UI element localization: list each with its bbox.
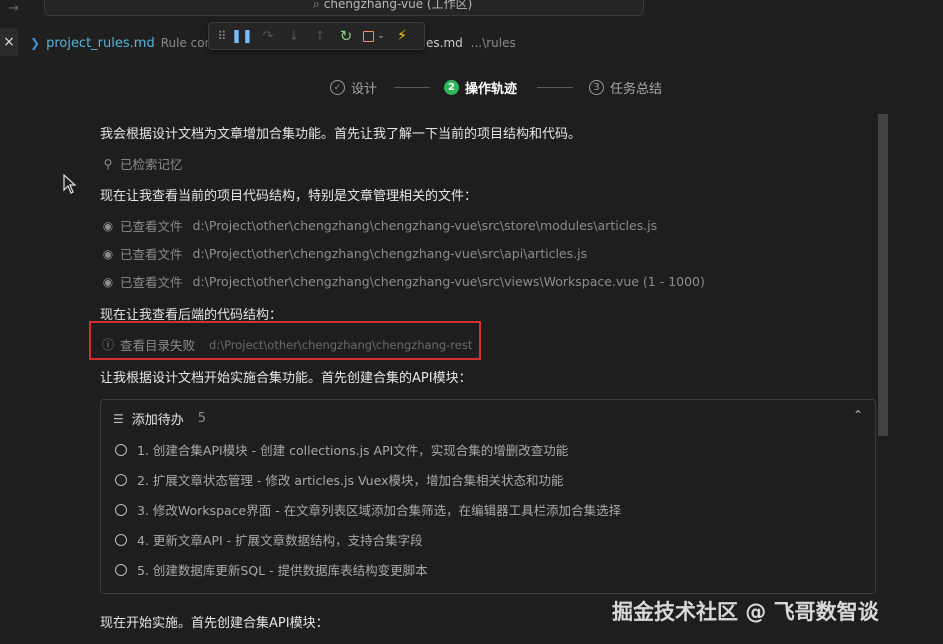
step-into-icon[interactable]: ↓	[281, 24, 307, 48]
mouse-cursor-icon	[63, 174, 77, 194]
lightning-icon[interactable]: ⚡	[389, 24, 415, 48]
drag-handle-icon[interactable]: ⠿	[215, 24, 229, 48]
chevron-down-icon: ⌄	[377, 31, 385, 41]
todo-item[interactable]: 2. 扩展文章状态管理 - 修改 articles.js Vuex模块，增加合集…	[115, 470, 563, 489]
todo-header: ☰ 添加待办 5	[113, 409, 206, 428]
tab-title: es.md	[426, 36, 463, 50]
eye-icon: ◉	[102, 246, 114, 261]
file-path: d:\Project\other\chengzhang\chengzhang-v…	[192, 246, 588, 261]
directory-path: d:\Project\other\chengzhang\chengzhang-r…	[209, 337, 473, 352]
tab-project-rules[interactable]: ❯ project_rules.md Rule confi	[30, 32, 220, 54]
step-number-badge: 3	[589, 80, 604, 95]
scrollbar-thumb[interactable]	[878, 114, 888, 436]
action-label: 已查看文件	[120, 275, 183, 290]
progress-stepper: ✓ 设计 2 操作轨迹 3 任务总结	[0, 78, 943, 98]
file-path: d:\Project\other\chengzhang\chengzhang-v…	[192, 218, 658, 233]
file-path: d:\Project\other\chengzhang\chengzhang-v…	[192, 274, 705, 289]
step-design[interactable]: ✓ 设计	[330, 78, 377, 97]
todo-item[interactable]: 5. 创建数据库更新SQL - 提供数据库表结构变更脚本	[115, 560, 428, 579]
editor-tab-bar: × ❯ project_rules.md Rule confi es.md ..…	[0, 28, 943, 58]
step-operation-trace[interactable]: 2 操作轨迹	[444, 78, 517, 97]
action-retrieved-memory[interactable]: ⚲ 已检索记忆	[102, 154, 183, 173]
step-label: 设计	[351, 82, 378, 97]
close-icon[interactable]: ×	[0, 28, 18, 56]
radio-circle-icon[interactable]	[115, 443, 127, 456]
markdown-file-icon: ❯	[30, 36, 41, 50]
radio-circle-icon[interactable]	[115, 533, 127, 546]
todo-count: 5	[197, 411, 207, 426]
todo-item-text: 4. 更新文章API - 扩展文章数据结构，支持合集字段	[137, 533, 423, 548]
forward-arrow-icon[interactable]: →	[8, 1, 19, 16]
todo-item[interactable]: 1. 创建合集API模块 - 创建 collections.js API文件，实…	[115, 440, 568, 459]
step-connector	[537, 87, 573, 88]
step-number-badge: 2	[444, 80, 459, 95]
title-bar: → ⌕ chengzhang-vue (工作区)	[0, 0, 943, 18]
action-viewed-file[interactable]: ◉ 已查看文件 d:\Project\other\chengzhang\chen…	[102, 216, 657, 235]
todo-panel: ☰ 添加待办 5 ⌃ 1. 创建合集API模块 - 创建 collections…	[100, 399, 876, 594]
action-view-directory-failed[interactable]: ⓘ 查看目录失败 d:\Project\other\chengzhang\che…	[102, 335, 472, 354]
command-center-search[interactable]: ⌕ chengzhang-vue (工作区)	[44, 0, 644, 16]
tab-title: project_rules.md	[46, 35, 155, 51]
search-icon: ⚲	[103, 156, 113, 171]
assistant-message: 让我根据设计文档开始实施合集功能。首先创建合集的API模块：	[100, 371, 472, 386]
step-task-summary[interactable]: 3 任务总结	[589, 78, 662, 97]
todo-item-text: 3. 修改Workspace界面 - 在文章列表区域添加合集筛选，在编辑器工具栏…	[137, 503, 622, 518]
step-over-icon[interactable]: ↷	[255, 24, 281, 48]
step-label: 任务总结	[610, 82, 663, 97]
eye-icon: ◉	[102, 274, 114, 289]
stop-icon	[363, 30, 375, 42]
search-icon: ⌕	[313, 0, 320, 11]
watermark: 掘金技术社区 @ 飞哥数智谈	[612, 600, 879, 624]
radio-circle-icon[interactable]	[115, 563, 127, 576]
assistant-message: 现在让我查看当前的项目代码结构，特别是文章管理相关的文件：	[100, 189, 478, 204]
todo-item[interactable]: 4. 更新文章API - 扩展文章数据结构，支持合集字段	[115, 530, 423, 549]
step-connector	[394, 87, 430, 88]
action-label: 已查看文件	[120, 219, 183, 234]
eye-icon: ◉	[102, 218, 114, 233]
todo-item-text: 1. 创建合集API模块 - 创建 collections.js API文件，实…	[137, 443, 569, 458]
tab-path: ...\rules	[470, 36, 516, 50]
radio-circle-icon[interactable]	[115, 473, 127, 486]
action-label: 已检索记忆	[120, 157, 183, 172]
action-viewed-file[interactable]: ◉ 已查看文件 d:\Project\other\chengzhang\chen…	[102, 244, 587, 263]
debug-toolbar: ⠿ ❚❚ ↷ ↓ ↑ ↻ ⌄ ⚡	[208, 22, 425, 50]
workspace-name: chengzhang-vue (工作区)	[323, 0, 473, 11]
check-circle-icon: ✓	[330, 80, 345, 95]
todo-item[interactable]: 3. 修改Workspace界面 - 在文章列表区域添加合集筛选，在编辑器工具栏…	[115, 500, 621, 519]
list-icon: ☰	[113, 411, 124, 426]
todo-item-text: 2. 扩展文章状态管理 - 修改 articles.js Vuex模块，增加合集…	[137, 473, 564, 488]
todo-title: 添加待办	[131, 413, 184, 428]
pause-icon[interactable]: ❚❚	[229, 24, 255, 48]
todo-item-text: 5. 创建数据库更新SQL - 提供数据库表结构变更脚本	[137, 563, 428, 578]
action-label: 查看目录失败	[120, 338, 196, 353]
stop-button[interactable]: ⌄	[359, 24, 389, 48]
assistant-message: 现在开始实施。首先创建合集API模块：	[100, 616, 329, 631]
restart-icon[interactable]: ↻	[333, 24, 359, 48]
step-out-icon[interactable]: ↑	[307, 24, 333, 48]
action-label: 已查看文件	[120, 247, 183, 262]
step-label: 操作轨迹	[465, 82, 518, 97]
action-viewed-file[interactable]: ◉ 已查看文件 d:\Project\other\chengzhang\chen…	[102, 272, 705, 291]
info-circle-icon: ⓘ	[102, 338, 115, 352]
assistant-message: 我会根据设计文档为文章增加合集功能。首先让我了解一下当前的项目结构和代码。	[100, 127, 582, 142]
collapse-icon[interactable]: ⌃	[853, 408, 863, 422]
command-center-label: ⌕ chengzhang-vue (工作区)	[313, 0, 472, 12]
radio-circle-icon[interactable]	[115, 503, 127, 516]
tab-rules-file[interactable]: es.md ...\rules	[426, 32, 516, 54]
